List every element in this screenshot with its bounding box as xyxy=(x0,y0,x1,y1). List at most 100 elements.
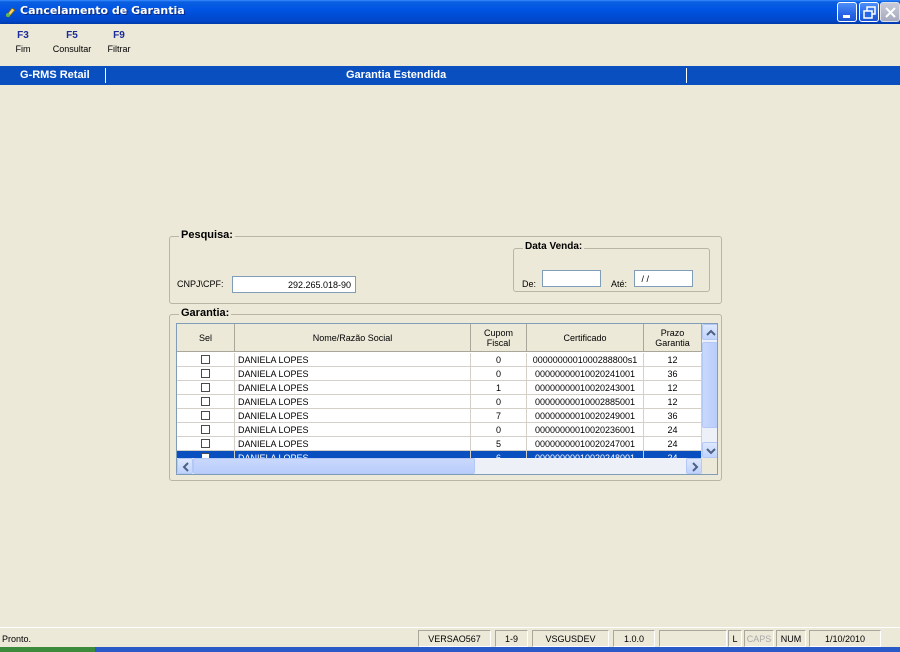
cupom-cell: 0 xyxy=(471,367,527,381)
table-row[interactable]: DANIELA LOPES 0 0000000001000288800s1 12 xyxy=(177,353,702,367)
prazo-cell: 36 xyxy=(644,409,702,423)
date-from-label: De: xyxy=(522,279,537,289)
close-button[interactable] xyxy=(880,2,900,22)
prazo-cell: 24 xyxy=(644,423,702,437)
prazo-cell: 36 xyxy=(644,367,702,381)
cpf-input[interactable] xyxy=(232,276,356,293)
module-header-band: G-RMS Retail Garantia Estendida xyxy=(0,66,900,85)
guarantee-group-legend: Garantia: xyxy=(179,307,232,319)
restore-icon xyxy=(863,6,876,19)
cpf-label: CNPJ\CPF: xyxy=(177,279,224,289)
prazo-cell: 12 xyxy=(644,381,702,395)
date-from-input[interactable] xyxy=(542,270,601,287)
vertical-scroll-thumb[interactable] xyxy=(702,342,717,428)
cupom-cell: 7 xyxy=(471,409,527,423)
status-empty xyxy=(659,630,727,647)
toolbar-label: Consultar xyxy=(52,44,92,54)
guarantee-grid[interactable]: Sel Nome/Razão Social Cupom Fiscal Certi… xyxy=(176,323,718,475)
select-cell xyxy=(177,409,235,423)
band-divider xyxy=(686,68,687,83)
restore-button[interactable] xyxy=(859,2,879,22)
title-bar[interactable]: Cancelamento de Garantia xyxy=(0,0,900,24)
toolbar-consultar-button[interactable]: F5 Consultar xyxy=(49,30,95,54)
table-row[interactable]: DANIELA LOPES 0 00000000010020236001 24 xyxy=(177,423,702,437)
name-cell: DANIELA LOPES xyxy=(235,437,471,451)
row-checkbox[interactable] xyxy=(201,355,210,365)
select-cell xyxy=(177,367,235,381)
prazo-cell: 24 xyxy=(644,437,702,451)
window-title: Cancelamento de Garantia xyxy=(20,4,185,17)
band-divider xyxy=(105,68,106,83)
name-cell: DANIELA LOPES xyxy=(235,409,471,423)
cupom-cell: 5 xyxy=(471,437,527,451)
status-l: L xyxy=(728,630,742,647)
column-header-name[interactable]: Nome/Razão Social xyxy=(235,324,471,352)
certificado-cell: 00000000010020236001 xyxy=(527,423,644,437)
prazo-cell: 12 xyxy=(644,395,702,409)
chevron-up-icon xyxy=(706,329,716,336)
row-checkbox[interactable] xyxy=(201,439,210,449)
horizontal-scrollbar[interactable] xyxy=(177,458,702,474)
table-row[interactable]: DANIELA LOPES 1 00000000010020243001 12 xyxy=(177,381,702,395)
select-cell xyxy=(177,381,235,395)
toolbar-label: Filtrar xyxy=(107,44,131,54)
column-header-cupom[interactable]: Cupom Fiscal xyxy=(471,324,527,352)
toolbar-key: F3 xyxy=(17,30,29,41)
table-row[interactable]: DANIELA LOPES 7 00000000010020249001 36 xyxy=(177,409,702,423)
app-icon xyxy=(5,7,16,18)
certificado-cell: 0000000001000288800s1 xyxy=(527,353,644,367)
status-database: VSGUSDEV xyxy=(532,630,609,647)
date-to-input[interactable] xyxy=(634,270,693,287)
row-checkbox[interactable] xyxy=(201,369,210,379)
row-checkbox[interactable] xyxy=(201,425,210,435)
toolbar-label: Fim xyxy=(15,44,31,54)
cupom-cell: 1 xyxy=(471,381,527,395)
toolbar-key: F5 xyxy=(66,30,78,41)
select-cell xyxy=(177,423,235,437)
certificado-cell: 00000000010020243001 xyxy=(527,381,644,395)
column-header-prazo[interactable]: Prazo Garantia xyxy=(644,324,702,352)
prazo-cell: 12 xyxy=(644,353,702,367)
date-to-label: Até: xyxy=(611,279,628,289)
column-header-certificado[interactable]: Certificado xyxy=(527,324,644,352)
scroll-left-button[interactable] xyxy=(177,458,193,474)
system-name: G-RMS Retail xyxy=(20,69,90,81)
status-version: VERSAO567 xyxy=(418,630,491,647)
taskbar-strip xyxy=(0,647,900,652)
name-cell: DANIELA LOPES xyxy=(235,367,471,381)
certificado-cell: 00000000010020249001 xyxy=(527,409,644,423)
scroll-right-button[interactable] xyxy=(686,458,702,474)
close-icon xyxy=(885,7,896,18)
name-cell: DANIELA LOPES xyxy=(235,423,471,437)
vertical-scrollbar[interactable] xyxy=(702,324,717,458)
module-title: Garantia Estendida xyxy=(346,69,447,81)
status-bar: Pronto. VERSAO567 1-9 VSGUSDEV 1.0.0 L C… xyxy=(0,627,900,647)
select-cell xyxy=(177,395,235,409)
status-caps: CAPS xyxy=(744,630,774,647)
table-row[interactable]: DANIELA LOPES 0 00000000010002885001 12 xyxy=(177,395,702,409)
status-build: 1.0.0 xyxy=(613,630,655,647)
certificado-cell: 00000000010020247001 xyxy=(527,437,644,451)
status-num: NUM xyxy=(776,630,806,647)
select-cell xyxy=(177,437,235,451)
table-row[interactable]: DANIELA LOPES 5 00000000010020247001 24 xyxy=(177,437,702,451)
cupom-cell: 0 xyxy=(471,395,527,409)
minimize-button[interactable] xyxy=(837,2,857,22)
horizontal-scroll-thumb[interactable] xyxy=(193,458,475,474)
scroll-down-button[interactable] xyxy=(702,442,717,458)
table-row[interactable]: DANIELA LOPES 0 00000000010020241001 36 xyxy=(177,367,702,381)
name-cell: DANIELA LOPES xyxy=(235,395,471,409)
scroll-up-button[interactable] xyxy=(702,324,717,340)
sale-date-legend: Data Venda: xyxy=(523,241,585,252)
row-checkbox[interactable] xyxy=(201,411,210,421)
row-checkbox[interactable] xyxy=(201,397,210,407)
toolbar-filtrar-button[interactable]: F9 Filtrar xyxy=(104,30,134,54)
toolbar-fim-button[interactable]: F3 Fim xyxy=(10,30,36,54)
status-page: 1-9 xyxy=(495,630,528,647)
chevron-right-icon xyxy=(692,462,699,472)
column-header-sel[interactable]: Sel xyxy=(177,324,235,352)
cupom-cell: 0 xyxy=(471,353,527,367)
row-checkbox[interactable] xyxy=(201,383,210,393)
toolbar-key: F9 xyxy=(113,30,125,41)
scrollbar-corner xyxy=(702,458,717,474)
